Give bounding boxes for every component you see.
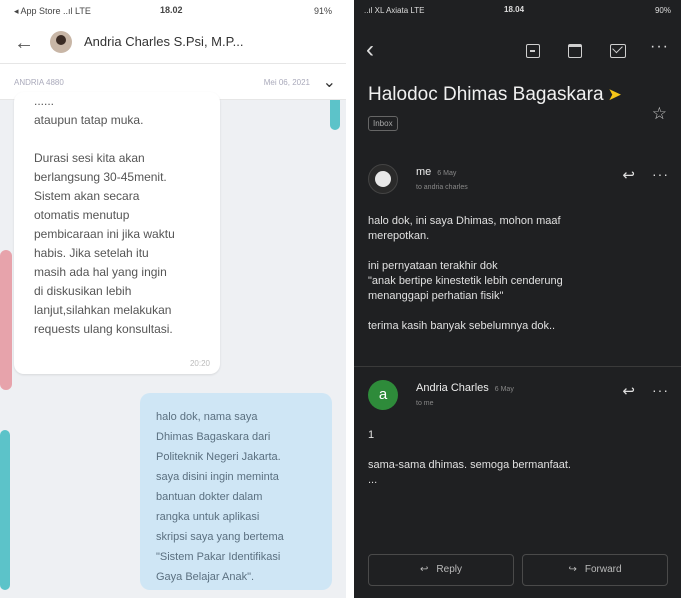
status-carrier: ..ıl XL Axiata LTE: [364, 6, 425, 15]
incoming-message-bubble: ...... ataupun tatap muka. Durasi sesi k…: [14, 92, 220, 374]
avatar: [368, 164, 398, 194]
message-date: 6 May: [494, 386, 514, 393]
reply-label: Reply: [436, 564, 462, 575]
email-subject: Halodoc Dhimas Bagaskara ➤: [368, 84, 622, 106]
status-time: 18.02: [160, 5, 183, 15]
back-chevron-icon[interactable]: ‹: [366, 36, 374, 64]
forward-button[interactable]: ↪ Forward: [522, 554, 668, 586]
star-icon[interactable]: ☆: [652, 104, 667, 124]
divider: [354, 366, 681, 367]
more-horiz-icon[interactable]: ···: [652, 166, 669, 182]
chat-header: ← Andria Charles S.Psi, M.P...: [0, 22, 346, 64]
email-toolbar: ‹ ···: [354, 32, 681, 72]
sender-name: me 6 May: [416, 166, 457, 178]
important-marker-icon[interactable]: ➤: [608, 85, 622, 104]
message-body-1: halo dok, ini saya Dhimas, mohon maaf me…: [368, 215, 563, 332]
outgoing-message-bubble: halo dok, nama saya Dhimas Bagaskara dar…: [140, 393, 332, 590]
consultation-id: ANDRIA 4880: [14, 78, 64, 87]
email-subject-text: Halodoc Dhimas Bagaskara: [368, 84, 604, 105]
mail-icon[interactable]: [610, 44, 626, 58]
reply-icon[interactable]: ↩: [622, 166, 635, 184]
message-date: 6 May: [437, 170, 457, 177]
chevron-down-icon[interactable]: ⌄: [323, 72, 336, 92]
back-arrow-icon[interactable]: ←: [14, 32, 34, 55]
label-chip[interactable]: Inbox: [368, 116, 398, 131]
status-carrier: ◂ App Store ..ıl LTE: [14, 6, 91, 16]
recipient-line[interactable]: to me: [416, 400, 434, 407]
status-time: 18.04: [504, 5, 525, 14]
decor-pink-left: [0, 250, 12, 390]
status-bar: ..ıl XL Axiata LTE 18.04 90%: [354, 0, 681, 22]
incoming-message-text: ...... ataupun tatap muka. Durasi sesi k…: [34, 94, 175, 336]
status-battery: 90%: [654, 6, 671, 15]
message-body-2: 1 sama-sama dhimas. semoga bermanfaat. .…: [368, 429, 571, 486]
message-header-2[interactable]: a Andria Charles 6 May to me ↩ ···: [354, 380, 681, 420]
status-bar: ◂ App Store ..ıl LTE 18.02 91%: [0, 0, 346, 22]
status-battery: 91%: [313, 6, 332, 16]
contact-name[interactable]: Andria Charles S.Psi, M.P...: [84, 34, 243, 49]
archive-icon[interactable]: [526, 44, 540, 58]
message-header-1[interactable]: me 6 May to andria charles ↩ ···: [354, 164, 681, 204]
decor-teal-left: [0, 430, 10, 590]
avatar[interactable]: [50, 31, 72, 53]
outgoing-message-text: halo dok, nama saya Dhimas Bagaskara dar…: [156, 411, 284, 583]
forward-label: Forward: [584, 564, 622, 575]
message-timestamp: 20:20: [189, 359, 210, 368]
reply-icon: ↩: [420, 564, 429, 575]
forward-icon: ↪: [568, 564, 577, 575]
consultation-date: Mei 06, 2021: [263, 78, 310, 87]
chat-screen: ◂ App Store ..ıl LTE 18.02 91% ← Andria …: [0, 0, 346, 598]
more-vert-icon[interactable]: ···: [650, 38, 669, 56]
trash-icon[interactable]: [568, 44, 582, 58]
reply-icon[interactable]: ↩: [622, 382, 635, 400]
avatar: a: [368, 380, 398, 410]
recipient-line[interactable]: to andria charles: [416, 184, 468, 191]
reply-button[interactable]: ↩ Reply: [368, 554, 514, 586]
more-horiz-icon[interactable]: ···: [652, 382, 669, 398]
sender-name: Andria Charles 6 May: [416, 382, 514, 394]
email-screen: ..ıl XL Axiata LTE 18.04 90% ‹ ··· Halod…: [354, 0, 681, 598]
